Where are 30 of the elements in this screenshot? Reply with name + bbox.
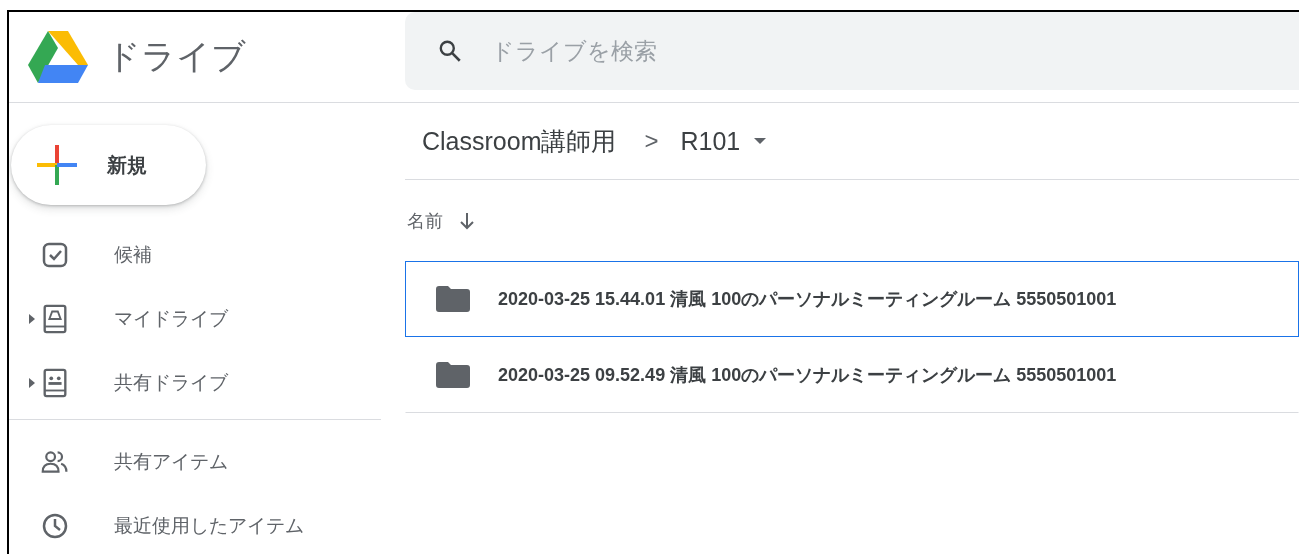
search-field[interactable]: ドライブを検索 [405, 12, 1299, 90]
file-name: 2020-03-25 09.52.49 清風 100のパーソナルミーティングルーム 5550501001 [498, 364, 1117, 387]
plus-icon [37, 145, 77, 185]
dropdown-caret-icon[interactable] [754, 138, 767, 144]
nav-item[interactable]: マイドライブ [114, 306, 228, 332]
folder-icon [436, 362, 470, 388]
shared-drive-icon [41, 368, 69, 398]
folder-icon [436, 286, 470, 312]
sort-down-arrow-icon[interactable] [459, 211, 475, 230]
new-button[interactable]: 新規 [11, 125, 206, 205]
expand-arrow-icon[interactable] [29, 378, 35, 388]
drive-logo-icon [28, 31, 88, 83]
nav-item[interactable]: 共有アイテム [114, 449, 228, 475]
file-name: 2020-03-25 15.44.01 清風 100のパーソナルミーティングルーム 5550501001 [498, 288, 1117, 311]
nav-item[interactable]: 共有ドライブ [114, 370, 228, 396]
app-name: ドライブ [106, 36, 246, 77]
breadcrumb-separator: > [644, 127, 659, 155]
file-row[interactable]: 2020-03-25 09.52.49 清風 100のパーソナルミーティングルーム 5550501001 [405, 337, 1299, 413]
search-icon [437, 38, 463, 64]
breadcrumb-link[interactable]: Classroom講師用 [422, 124, 617, 158]
nav-item[interactable]: 候補 [114, 242, 152, 268]
check-icon [41, 240, 69, 270]
current-folder[interactable]: R101 [680, 126, 741, 156]
clock-icon [41, 511, 69, 541]
expand-arrow-icon[interactable] [29, 314, 35, 324]
nav-item[interactable]: 最近使用したアイテム [114, 513, 304, 539]
column-header[interactable]: 名前 [407, 208, 443, 233]
file-row[interactable]: 2020-03-25 15.44.01 清風 100のパーソナルミーティングルーム 5550501001 [405, 261, 1299, 337]
search-input[interactable]: ドライブを検索 [489, 36, 1299, 66]
drive-folder-icon [41, 304, 69, 334]
